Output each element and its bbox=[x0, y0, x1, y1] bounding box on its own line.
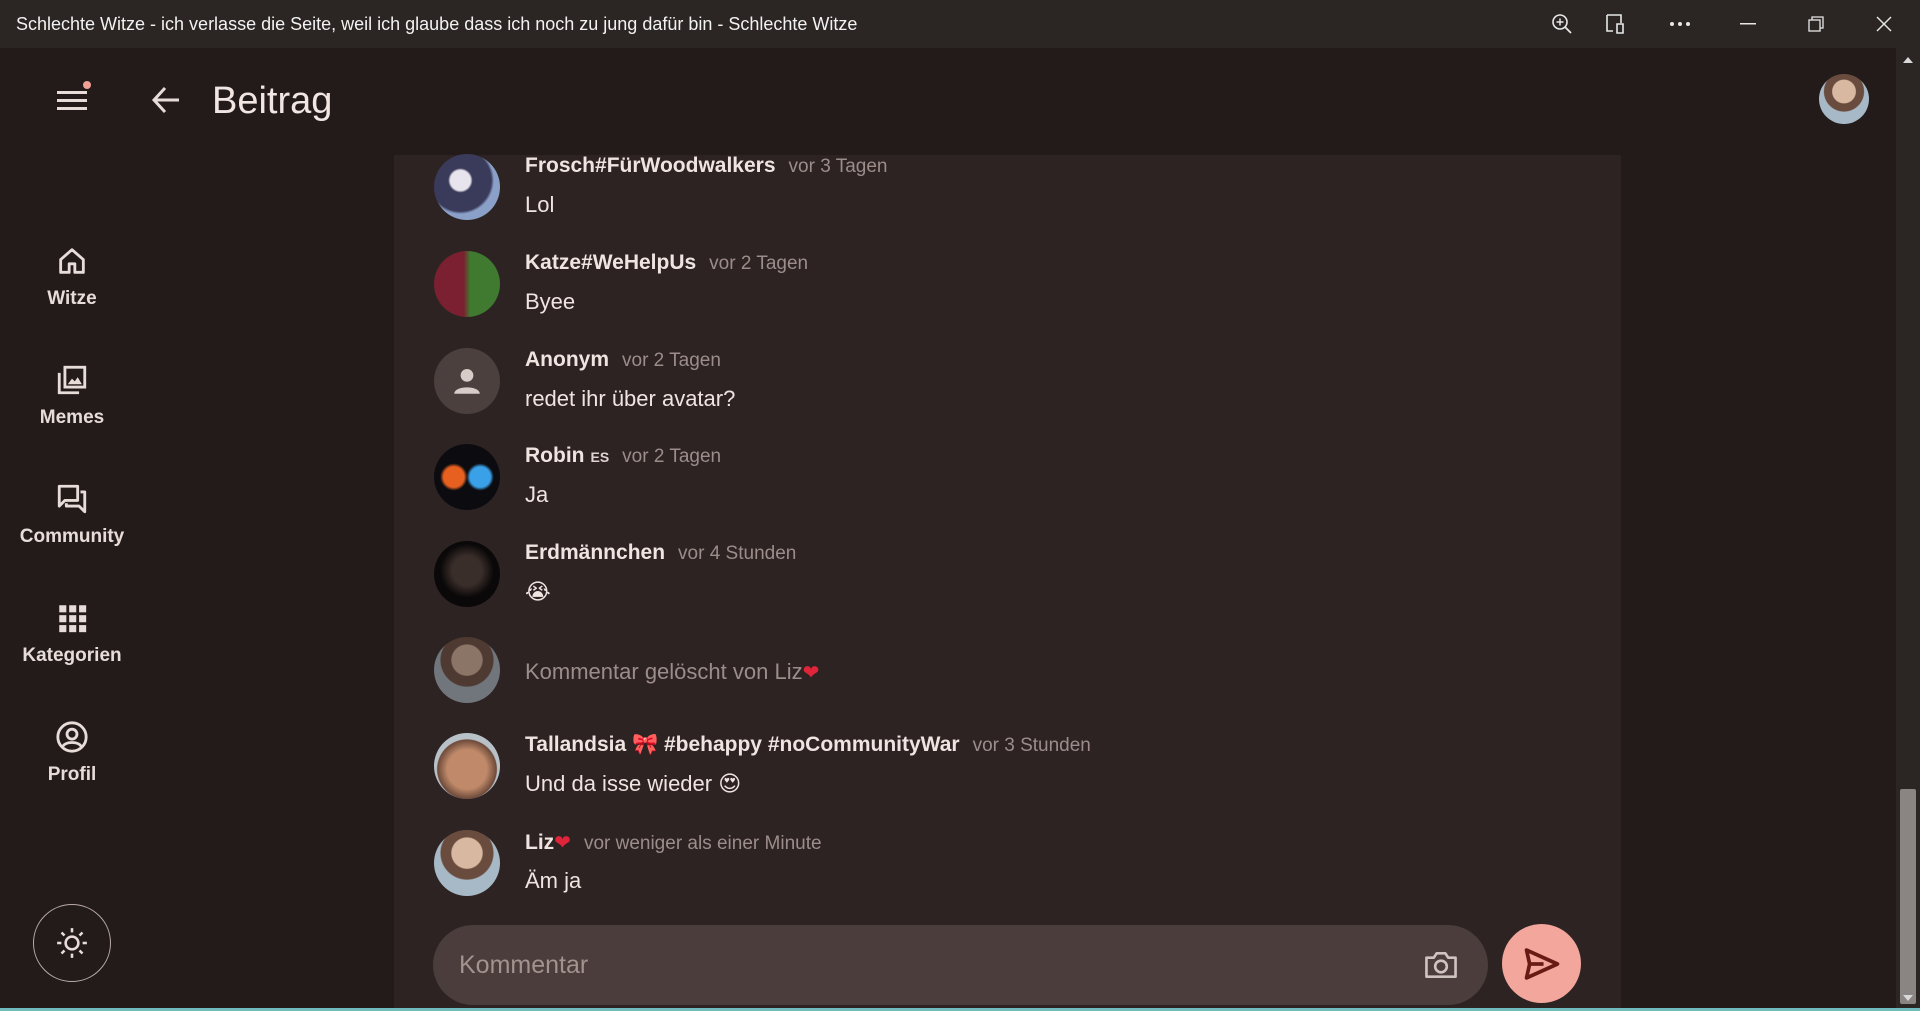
forum-icon bbox=[57, 484, 87, 514]
nav-label: Witze bbox=[47, 288, 97, 309]
comment-item: Liz ❤ vor weniger als einer Minute Äm ja bbox=[434, 830, 1574, 910]
comment-text: Lol bbox=[525, 192, 555, 217]
deleted-comment-text: Kommentar gelöscht von Liz❤ bbox=[525, 659, 820, 684]
close-icon[interactable] bbox=[1856, 0, 1912, 48]
nav-item-witze[interactable]: Witze bbox=[0, 230, 144, 330]
account-circle-icon bbox=[56, 721, 88, 753]
send-button[interactable] bbox=[1502, 924, 1581, 1003]
comments-panel: Frosch#FürWoodwalkers vor 3 Tagen Lol Kat… bbox=[394, 154, 1621, 1011]
comment-text: Ja bbox=[525, 482, 549, 507]
comment-author[interactable]: Frosch#FürWoodwalkers bbox=[525, 154, 776, 178]
comment-composer bbox=[433, 925, 1488, 1005]
avatar[interactable] bbox=[434, 251, 500, 317]
comment-time: vor 4 Stunden bbox=[678, 543, 797, 564]
avatar[interactable] bbox=[434, 154, 500, 220]
avatar[interactable] bbox=[434, 637, 500, 703]
home-icon bbox=[59, 248, 85, 274]
window-title: Schlechte Witze - ich verlasse die Seite… bbox=[16, 14, 858, 34]
comment-item: Erdmännchen vor 4 Stunden 😭 bbox=[434, 541, 1574, 621]
avatar[interactable] bbox=[434, 733, 500, 799]
comment-author[interactable]: Katze#WeHelpUs bbox=[525, 251, 696, 275]
heart-icon: ❤ bbox=[554, 832, 571, 854]
images-icon bbox=[57, 365, 87, 395]
page-title: Beitrag bbox=[212, 80, 333, 122]
send-icon bbox=[1524, 947, 1559, 980]
camera-icon bbox=[1425, 952, 1457, 978]
nav-item-kategorien[interactable]: Kategorien bbox=[0, 587, 144, 687]
nav-label: Community bbox=[19, 526, 125, 547]
comment-text: Byee bbox=[525, 289, 576, 314]
nav-item-profil[interactable]: Profil bbox=[0, 706, 144, 806]
comment-item: Anonym vor 2 Tagen redet ihr über avatar? bbox=[434, 348, 1574, 428]
minimize-icon[interactable] bbox=[1720, 0, 1776, 48]
scrollbar[interactable] bbox=[1896, 48, 1920, 1011]
comment-time: vor weniger als einer Minute bbox=[583, 833, 822, 854]
anonymous-avatar[interactable] bbox=[434, 348, 500, 414]
zoom-icon[interactable] bbox=[1534, 0, 1590, 48]
scroll-up-icon[interactable] bbox=[1896, 50, 1920, 70]
comment-author[interactable]: Erdmännchen bbox=[525, 541, 665, 565]
comment-item: Frosch#FürWoodwalkers vor 3 Tagen Lol bbox=[434, 154, 1574, 234]
comment-text: Und da isse wieder 😍 bbox=[525, 771, 742, 796]
back-button[interactable] bbox=[144, 78, 188, 122]
user-avatar[interactable] bbox=[1819, 74, 1869, 124]
comment-time: vor 3 Tagen bbox=[788, 156, 888, 177]
deleted-comment-item: Kommentar gelöscht von Liz❤ bbox=[434, 637, 1574, 717]
read-aloud-icon[interactable] bbox=[1588, 0, 1644, 48]
comment-time: vor 2 Tagen bbox=[709, 253, 809, 274]
heart-icon: ❤ bbox=[802, 662, 820, 684]
person-icon bbox=[454, 368, 480, 394]
comment-item: Robin ES vor 2 Tagen Ja bbox=[434, 444, 1574, 524]
comment-author[interactable]: Anonym bbox=[525, 348, 609, 372]
window-titlebar: Schlechte Witze - ich verlasse die Seite… bbox=[0, 0, 1920, 48]
avatar[interactable] bbox=[434, 541, 500, 607]
comment-text: redet ihr über avatar? bbox=[525, 386, 736, 411]
comment-item: Tallandsia 🎀 #behappy #noCommunityWar vor… bbox=[434, 733, 1574, 813]
nav-label: Kategorien bbox=[22, 645, 122, 666]
comment-time: vor 2 Tagen bbox=[622, 350, 721, 371]
nav-item-community[interactable]: Community bbox=[0, 468, 144, 568]
menu-icon bbox=[57, 91, 87, 110]
scroll-down-icon[interactable] bbox=[1896, 988, 1920, 1008]
more-icon[interactable] bbox=[1652, 0, 1708, 48]
comment-author[interactable]: Tallandsia 🎀 #behappy #noCommunityWar bbox=[525, 733, 960, 757]
notification-dot bbox=[83, 81, 91, 89]
scrollbar-thumb[interactable] bbox=[1900, 789, 1916, 1004]
comment-time: vor 3 Stunden bbox=[972, 735, 1091, 756]
nav-label: Memes bbox=[39, 407, 105, 428]
comment-text: 😭 bbox=[525, 579, 551, 604]
comment-input[interactable] bbox=[459, 925, 1389, 1005]
app-header: Beitrag bbox=[0, 48, 1896, 158]
comment-time: vor 2 Tagen bbox=[622, 446, 722, 467]
comment-text: Äm ja bbox=[525, 868, 582, 893]
avatar[interactable] bbox=[434, 444, 500, 510]
author-tag: ES bbox=[590, 449, 610, 465]
grid-icon bbox=[59, 605, 87, 633]
comment-author[interactable]: Robin bbox=[525, 444, 584, 468]
comment-author[interactable]: Liz bbox=[525, 831, 554, 855]
comment-item: Katze#WeHelpUs vor 2 Tagen Byee bbox=[434, 251, 1574, 331]
sun-icon bbox=[57, 928, 87, 958]
camera-button[interactable] bbox=[1421, 945, 1461, 985]
arrow-left-icon bbox=[151, 86, 179, 114]
avatar[interactable] bbox=[434, 830, 500, 896]
theme-toggle-button[interactable] bbox=[33, 904, 111, 982]
nav-label: Profil bbox=[47, 764, 97, 785]
restore-icon[interactable] bbox=[1788, 0, 1844, 48]
nav-item-memes[interactable]: Memes bbox=[0, 349, 144, 449]
